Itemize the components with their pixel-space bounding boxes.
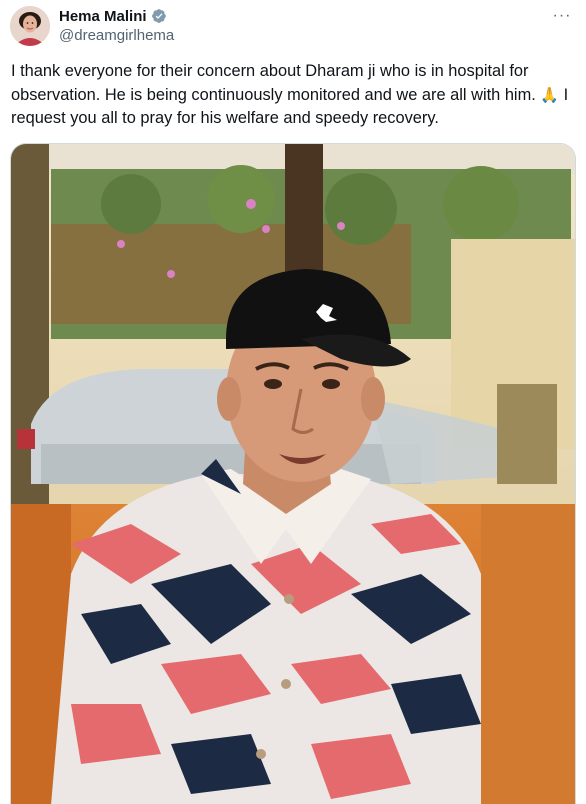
avatar-image (10, 6, 50, 46)
author-avatar[interactable] (10, 6, 50, 46)
tweet-text: I thank everyone for their concern about… (11, 60, 577, 131)
folded-hands-emoji: 🙏 (540, 86, 560, 104)
more-options-icon[interactable]: ··· (550, 4, 574, 28)
verified-badge-icon (151, 8, 167, 24)
tweet-text-part1: I thank everyone for their concern about… (11, 62, 541, 104)
author-handle[interactable]: @dreamgirlhema (59, 27, 174, 44)
photo-image (11, 144, 575, 804)
author-name-row: Hema Malini (59, 6, 167, 26)
tweet-post: Hema Malini @dreamgirlhema ··· I thank e… (0, 0, 586, 804)
author-display-name[interactable]: Hema Malini (59, 8, 147, 25)
tweet-photo[interactable] (10, 143, 576, 804)
